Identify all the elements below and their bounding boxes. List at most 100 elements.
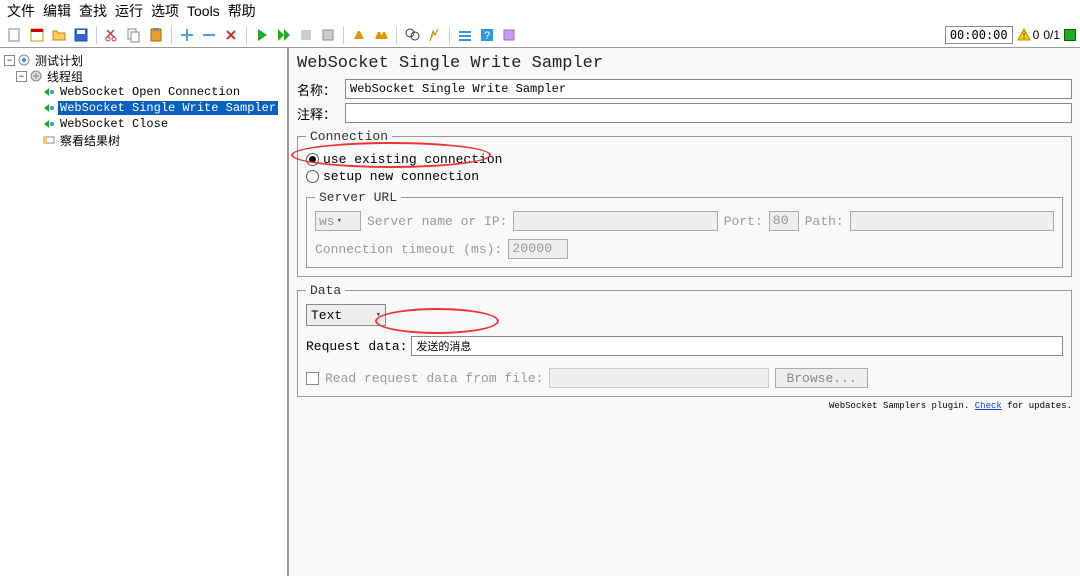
name-label: 名称：: [297, 80, 345, 99]
radio-use-existing-label: use existing connection: [323, 152, 502, 167]
sampler-icon: [42, 85, 56, 99]
server-url-legend: Server URL: [315, 190, 401, 205]
tree-label-root[interactable]: 测试计划: [33, 52, 85, 69]
listener-icon: [42, 133, 56, 147]
main-area: − 测试计划 − 线程组 WebSocket Open Connection W…: [0, 48, 1080, 576]
open-icon[interactable]: [50, 26, 68, 44]
tree-label-3[interactable]: 察看结果树: [58, 132, 122, 149]
toolbar-sep: [343, 26, 344, 44]
tree-label-1[interactable]: WebSocket Single Write Sampler: [58, 101, 278, 115]
shutdown-icon[interactable]: [319, 26, 337, 44]
paste-icon[interactable]: [147, 26, 165, 44]
data-fieldset: Data Text ▾ Request data: Read request d…: [297, 283, 1072, 397]
radio-use-existing[interactable]: use existing connection: [306, 152, 1063, 167]
tree-root[interactable]: − 测试计划: [2, 52, 285, 68]
path-label: Path:: [805, 214, 844, 229]
function-helper-icon[interactable]: [456, 26, 474, 44]
path-input: [850, 211, 1054, 231]
data-legend: Data: [306, 283, 345, 298]
tree-item[interactable]: 察看结果树: [2, 132, 285, 148]
data-type-select[interactable]: Text ▾: [306, 304, 386, 326]
save-icon[interactable]: [72, 26, 90, 44]
read-file-input: [549, 368, 769, 388]
warning-counter[interactable]: 0: [1017, 28, 1040, 42]
toolbar: ? 00:00:00 0 0/1: [0, 22, 1080, 48]
radio-setup-new-label: setup new connection: [323, 169, 479, 184]
read-file-label: Read request data from file:: [325, 371, 543, 386]
tree-pane[interactable]: − 测试计划 − 线程组 WebSocket Open Connection W…: [0, 48, 289, 576]
templates-icon[interactable]: [28, 26, 46, 44]
server-label: Server name or IP:: [367, 214, 507, 229]
browse-button: Browse...: [775, 368, 867, 388]
sampler-icon: [42, 117, 56, 131]
plugin-icon[interactable]: [500, 26, 518, 44]
data-type-value: Text: [311, 308, 342, 323]
sampler-icon: [42, 101, 56, 115]
clear-icon[interactable]: [350, 26, 368, 44]
timeout-label: Connection timeout (ms):: [315, 242, 502, 257]
tree-item[interactable]: WebSocket Close: [2, 116, 285, 132]
menu-options[interactable]: 选项: [148, 1, 182, 21]
tree-label-group[interactable]: 线程组: [45, 68, 85, 85]
collapse-icon[interactable]: [200, 26, 218, 44]
request-data-input[interactable]: [411, 336, 1063, 356]
toolbar-sep: [96, 26, 97, 44]
copy-icon[interactable]: [125, 26, 143, 44]
threads-ratio: 0/1: [1043, 28, 1060, 42]
menu-tools[interactable]: Tools: [184, 3, 223, 19]
warning-icon: [1017, 28, 1031, 42]
elapsed-time: 00:00:00: [945, 26, 1013, 44]
toolbar-sep: [246, 26, 247, 44]
menu-file[interactable]: 文件: [4, 1, 38, 21]
comment-input[interactable]: [345, 103, 1072, 123]
footer-check-link[interactable]: Check: [975, 401, 1002, 411]
threads-indicator: [1064, 29, 1076, 41]
radio-unchecked-icon[interactable]: [306, 170, 319, 183]
port-label: Port:: [724, 214, 763, 229]
menu-search[interactable]: 查找: [76, 1, 110, 21]
search-icon[interactable]: [403, 26, 421, 44]
server-url-fieldset: Server URL ws ▾ Server name or IP: Port:…: [306, 190, 1063, 268]
server-input: [513, 211, 717, 231]
read-file-checkbox[interactable]: [306, 372, 319, 385]
toolbar-sep: [171, 26, 172, 44]
test-plan-icon: [17, 53, 31, 67]
tree-item-selected[interactable]: WebSocket Single Write Sampler: [2, 100, 285, 116]
menu-help[interactable]: 帮助: [225, 1, 259, 21]
cut-icon[interactable]: [103, 26, 121, 44]
menu-run[interactable]: 运行: [112, 1, 146, 21]
menu-edit[interactable]: 编辑: [40, 1, 74, 21]
radio-setup-new[interactable]: setup new connection: [306, 169, 1063, 184]
start-no-timers-icon[interactable]: [275, 26, 293, 44]
port-input: [769, 211, 799, 231]
reset-search-icon[interactable]: [425, 26, 443, 44]
comment-label: 注释：: [297, 104, 345, 123]
clear-all-icon[interactable]: [372, 26, 390, 44]
stop-icon[interactable]: [297, 26, 315, 44]
chevron-down-icon: ▾: [337, 216, 342, 226]
tree-toggle-icon[interactable]: −: [4, 55, 15, 66]
protocol-value: ws: [319, 214, 335, 229]
tree-item[interactable]: WebSocket Open Connection: [2, 84, 285, 100]
help-icon[interactable]: ?: [478, 26, 496, 44]
footer-note: WebSocket Samplers plugin. Check for upd…: [297, 401, 1072, 411]
start-icon[interactable]: [253, 26, 271, 44]
toolbar-sep: [396, 26, 397, 44]
radio-checked-icon[interactable]: [306, 153, 319, 166]
timeout-input: [508, 239, 568, 259]
tree-thread-group[interactable]: − 线程组: [2, 68, 285, 84]
svg-text:?: ?: [484, 30, 490, 42]
content-pane: WebSocket Single Write Sampler 名称： 注释： C…: [289, 48, 1080, 576]
tree-label-0[interactable]: WebSocket Open Connection: [58, 85, 242, 99]
expand-icon[interactable]: [178, 26, 196, 44]
connection-legend: Connection: [306, 129, 392, 144]
tree-toggle-icon[interactable]: −: [16, 71, 27, 82]
new-icon[interactable]: [6, 26, 24, 44]
request-data-label: Request data:: [306, 339, 407, 354]
protocol-select: ws ▾: [315, 211, 361, 231]
toggle-icon[interactable]: [222, 26, 240, 44]
name-input[interactable]: [345, 79, 1072, 99]
footer-text-after: for updates.: [1002, 401, 1072, 411]
panel-title: WebSocket Single Write Sampler: [297, 54, 1072, 73]
tree-label-2[interactable]: WebSocket Close: [58, 117, 170, 131]
